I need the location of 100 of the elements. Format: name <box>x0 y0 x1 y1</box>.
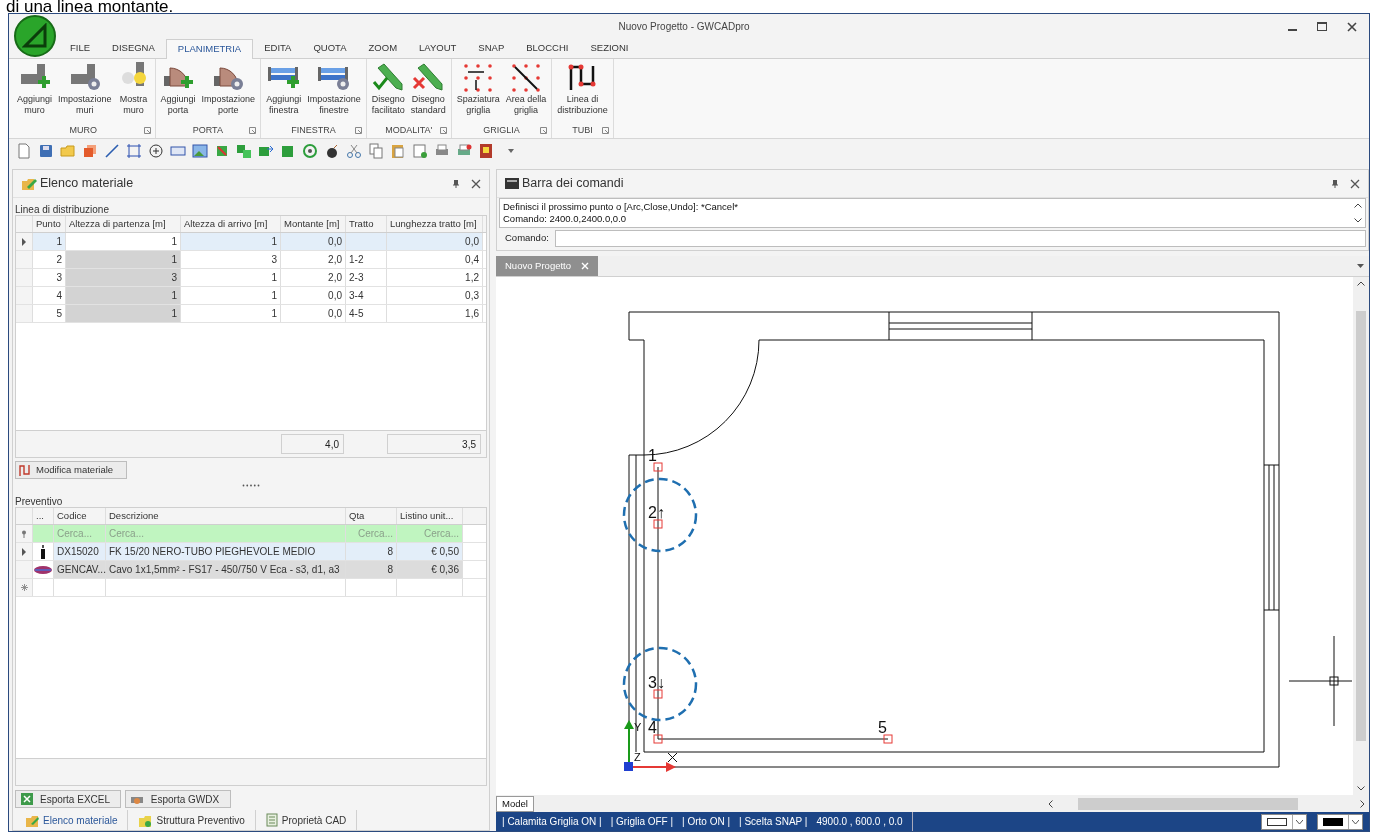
column-header[interactable]: Lunghezza tratto [m] <box>387 216 483 232</box>
menu-tab[interactable]: LAYOUT <box>408 38 468 58</box>
ribbon-button[interactable]: Aggiungi porta <box>157 61 199 116</box>
close-button[interactable] <box>471 178 481 189</box>
scroll-left-icon <box>1048 799 1053 808</box>
point-marker[interactable] <box>653 462 663 472</box>
close-button[interactable] <box>1345 19 1359 34</box>
column-header[interactable]: Tratto <box>346 216 387 232</box>
cube-icon <box>280 143 296 159</box>
section-label: Preventivo <box>15 495 64 507</box>
pin-button[interactable] <box>451 178 461 189</box>
table-cell: FK 15/20 NERO-TUBO PIEGHEVOLE MEDIO <box>106 543 346 560</box>
ribbon-button[interactable]: Disegno facilitato <box>368 61 408 116</box>
column-header[interactable]: Punto <box>33 216 66 232</box>
close-icon <box>471 178 481 189</box>
prompt-label: Comando: <box>504 230 550 245</box>
filter-field[interactable]: Cerca... <box>106 525 346 542</box>
copy-icon <box>368 143 384 159</box>
column-header[interactable]: Descrizione <box>106 508 346 524</box>
filter-field[interactable]: Cerca... <box>346 525 397 542</box>
menu-tab[interactable]: ZOOM <box>357 38 409 58</box>
pencil-cross-icon <box>412 62 445 92</box>
column-header[interactable]: Montante [m] <box>281 216 346 232</box>
app-logo[interactable] <box>14 15 56 57</box>
ribbon-button[interactable]: Impostazione porte <box>198 61 259 116</box>
ribbon-button[interactable]: Aggiungi muro <box>14 61 56 116</box>
panel-tab[interactable]: Proprietà CAD <box>255 810 358 830</box>
pin-button[interactable] <box>1330 178 1340 189</box>
column-header[interactable]: Altezza di partenza [m] <box>66 216 181 232</box>
group-label: MURO <box>69 124 98 138</box>
caret-icon <box>1296 819 1303 824</box>
column-header[interactable]: Codice <box>54 508 106 524</box>
column-header[interactable]: ... <box>33 508 54 524</box>
filter-field[interactable]: Cerca... <box>54 525 106 542</box>
column-header[interactable]: Qta <box>346 508 397 524</box>
ribbon-button[interactable]: Aggiungi finestra <box>263 61 305 116</box>
cube-arrow-icon <box>258 143 274 159</box>
ribbon-button[interactable]: Area della griglia <box>502 61 550 116</box>
filter-field[interactable]: Cerca... <box>397 525 463 542</box>
vertical-scrollbar[interactable] <box>1353 277 1369 795</box>
menu-tab[interactable]: SEZIONI <box>579 38 640 58</box>
scroll-up-icon <box>1354 203 1362 208</box>
point-marker[interactable] <box>883 734 893 744</box>
column-header[interactable]: Listino unit... <box>397 508 463 524</box>
row-header-cell[interactable] <box>16 251 33 268</box>
command-field[interactable] <box>555 229 1366 247</box>
book-icon <box>478 143 494 159</box>
edit-material-button[interactable]: Modifica materiale <box>15 461 127 479</box>
panel-tab[interactable]: Elenco materiale <box>15 810 129 830</box>
table-cell: 1-2 <box>346 251 387 268</box>
menu-tab[interactable]: PLANIMETRIA <box>165 39 254 59</box>
close-icon <box>1350 178 1360 189</box>
line-color-dropdown[interactable] <box>1317 813 1363 830</box>
toolbar-button[interactable] <box>148 143 164 159</box>
menu-tab[interactable]: EDITA <box>253 38 303 58</box>
row-header-cell[interactable] <box>16 233 33 250</box>
menu-tab[interactable]: DISEGNA <box>101 38 166 58</box>
table-cell: 1 <box>66 287 181 304</box>
point-marker[interactable] <box>653 519 663 529</box>
export-button[interactable]: Esporta GWDX <box>125 790 231 808</box>
ribbon-button[interactable]: Disegno standard <box>407 61 449 116</box>
toolbar-button[interactable] <box>104 143 120 159</box>
row-header-cell[interactable] <box>16 579 33 596</box>
menu-tab[interactable]: SNAP <box>467 38 516 58</box>
row-header-cell[interactable] <box>16 561 33 578</box>
grid-spacing-icon <box>462 62 495 92</box>
splitter-grip-icon <box>242 483 260 487</box>
panel-tab[interactable]: Struttura Preventivo <box>128 810 256 830</box>
point-marker[interactable] <box>653 689 663 699</box>
ribbon-button[interactable]: Spaziatura griglia <box>453 61 503 116</box>
menu-tab[interactable]: QUOTA <box>302 38 358 58</box>
page-plus-icon <box>412 143 428 159</box>
toolbar-button[interactable] <box>324 143 340 159</box>
row-header-cell[interactable] <box>16 287 33 304</box>
maximize-button[interactable] <box>1315 19 1329 34</box>
close-button[interactable] <box>1350 178 1360 189</box>
model-tab[interactable]: Model <box>496 795 534 812</box>
toolbar-button[interactable] <box>478 143 494 159</box>
row-header-cell[interactable] <box>16 305 33 322</box>
point-marker[interactable] <box>653 734 663 744</box>
spreadsheet-icon <box>20 792 34 806</box>
ribbon-button[interactable]: Impostazione muri <box>55 61 115 116</box>
grid-diagonal-icon <box>510 62 543 92</box>
ribbon-button[interactable]: Linea di distribuzione <box>554 61 611 116</box>
point-label: 4 <box>648 719 657 736</box>
ribbon-button[interactable]: Mostra muro <box>114 61 153 116</box>
row-header-cell[interactable] <box>16 269 33 286</box>
column-header[interactable]: Altezza di arrivo [m] <box>181 216 281 232</box>
menu-tab[interactable]: BLOCCHI <box>515 38 580 58</box>
table-cell: GENCAV... <box>54 561 106 578</box>
export-button[interactable]: Esporta EXCEL <box>15 790 121 808</box>
table-cell: 1 <box>33 233 66 250</box>
menu-tab[interactable]: FILE <box>59 38 102 58</box>
launcher-icon <box>354 127 362 134</box>
caret-icon <box>508 149 514 153</box>
log-line: Definisci il prossimo punto o [Arc,Close,Undo]: *Cancel* <box>503 201 739 213</box>
ribbon-button[interactable]: Impostazione finestre <box>304 61 364 116</box>
folder-pencil-icon <box>21 176 37 191</box>
row-header-cell[interactable] <box>16 543 33 560</box>
fill-color-dropdown[interactable] <box>1261 813 1307 830</box>
